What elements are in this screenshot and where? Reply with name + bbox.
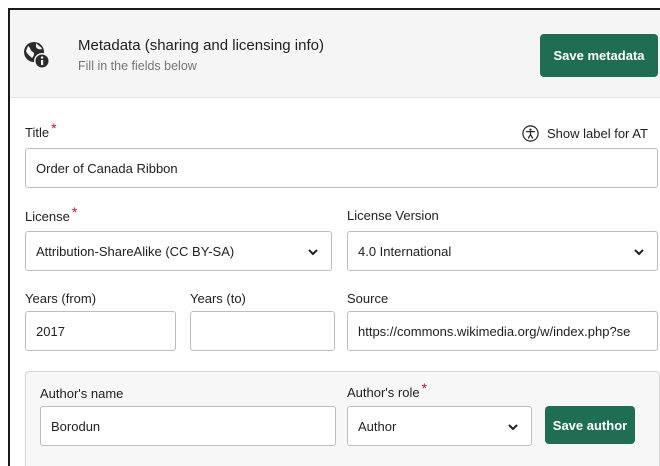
title-label: Title * xyxy=(25,120,57,140)
chevron-down-icon xyxy=(308,249,318,256)
author-role-select-value: Author xyxy=(358,418,397,434)
chevron-down-icon xyxy=(634,249,644,256)
show-label-text: Show label for AT xyxy=(547,126,648,141)
required-marker: * xyxy=(51,120,57,136)
license-version-select[interactable]: 4.0 International xyxy=(347,231,658,271)
license-label-text: License xyxy=(25,209,70,224)
license-select[interactable]: Attribution-ShareAlike (CC BY-SA) xyxy=(25,231,332,271)
title-label-text: Title xyxy=(25,125,50,140)
author-name-input[interactable]: Borodun xyxy=(40,406,336,446)
panel-header: Metadata (sharing and licensing info) Fi… xyxy=(10,10,660,98)
required-marker: * xyxy=(71,204,78,220)
years-to-label: Years (to) xyxy=(190,291,246,306)
page-subtitle: Fill in the fields below xyxy=(78,59,197,73)
years-to-input[interactable] xyxy=(190,311,335,351)
years-from-input[interactable]: 2017 xyxy=(25,311,176,351)
save-author-button[interactable]: Save author xyxy=(545,406,635,444)
author-role-label-text: Author's role xyxy=(347,385,420,400)
source-input[interactable]: https://commons.wikimedia.org/w/index.ph… xyxy=(347,311,658,351)
license-version-select-value: 4.0 International xyxy=(358,243,452,259)
accessibility-icon xyxy=(522,125,539,142)
author-name-label: Author's name xyxy=(40,386,124,401)
title-input[interactable]: Order of Canada Ribbon xyxy=(25,148,658,188)
globe-info-icon xyxy=(22,40,52,70)
years-from-label: Years (from) xyxy=(25,291,97,306)
required-marker: * xyxy=(421,380,428,396)
metadata-panel: Metadata (sharing and licensing info) Fi… xyxy=(8,8,660,466)
save-metadata-button[interactable]: Save metadata xyxy=(540,34,658,77)
license-label: License * xyxy=(25,204,77,224)
source-label: Source xyxy=(347,291,389,306)
page-title: Metadata (sharing and licensing info) xyxy=(78,37,324,54)
author-role-label: Author's role * xyxy=(347,380,427,400)
license-version-label: License Version xyxy=(347,208,439,223)
license-select-value: Attribution-ShareAlike (CC BY-SA) xyxy=(36,243,235,259)
show-label-for-at-toggle[interactable]: Show label for AT xyxy=(522,125,648,142)
chevron-down-icon xyxy=(508,424,518,431)
author-role-select[interactable]: Author xyxy=(347,406,532,446)
